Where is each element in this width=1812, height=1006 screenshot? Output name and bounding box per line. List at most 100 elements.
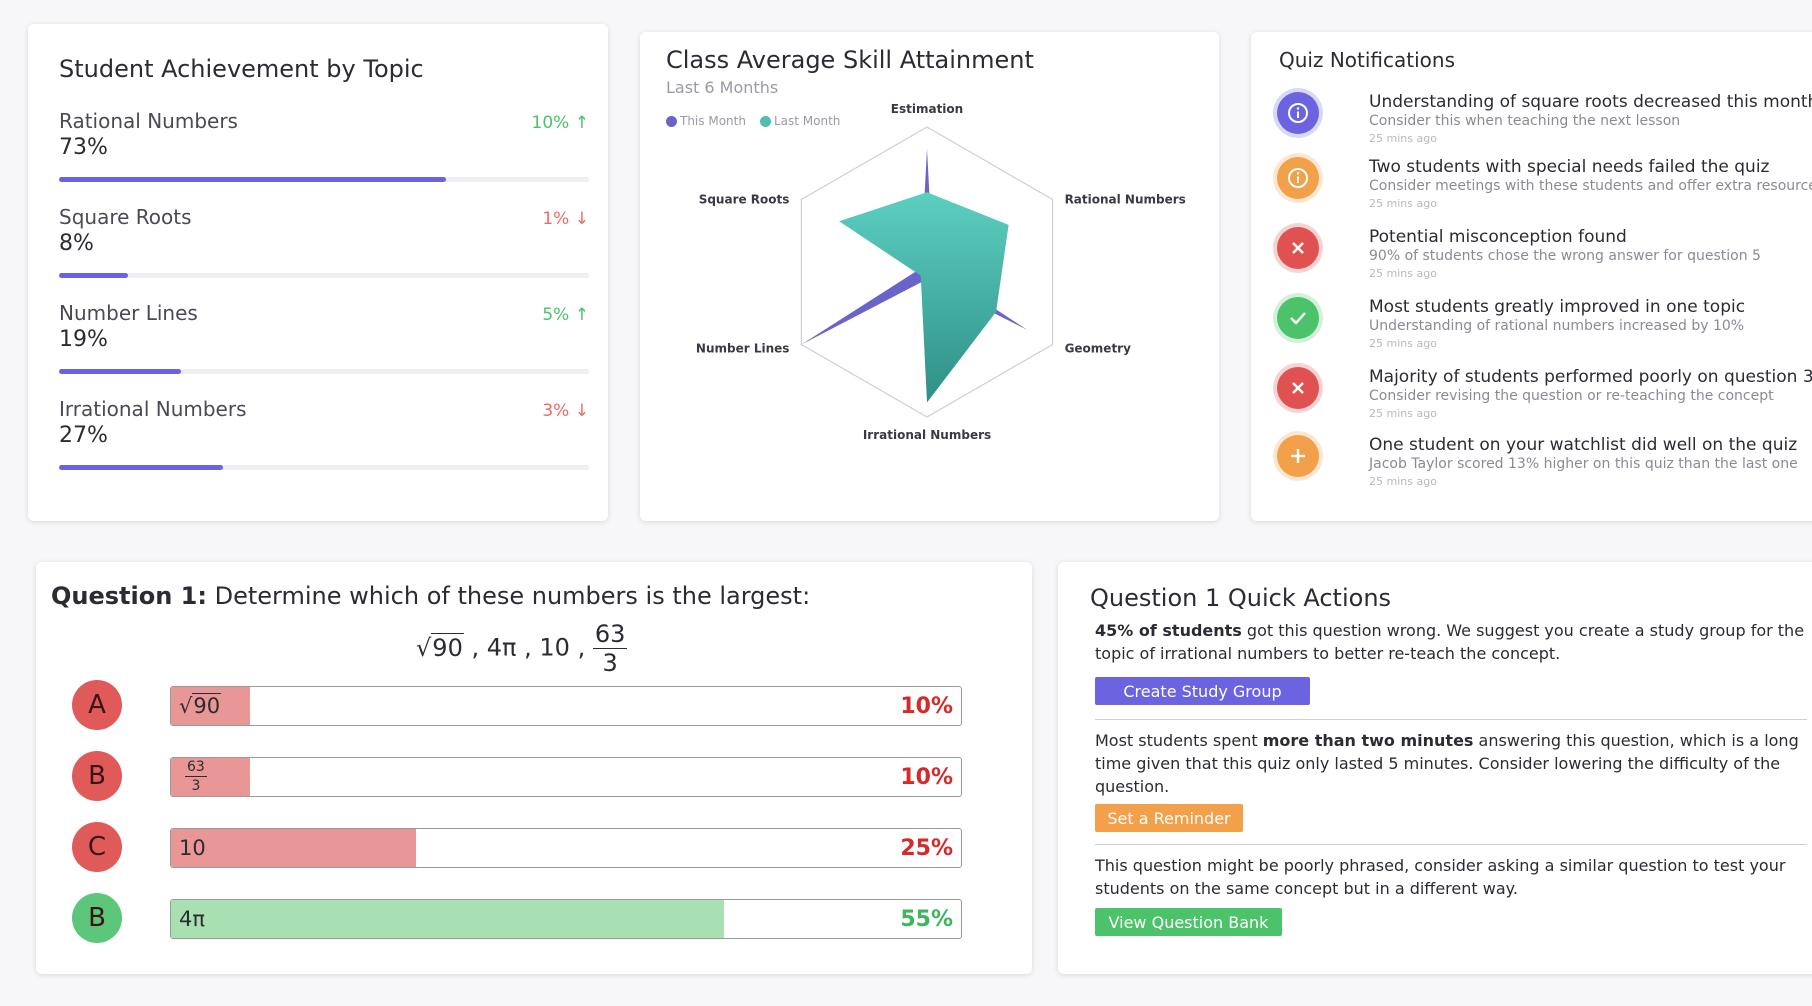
question-label: Question 1: — [51, 582, 207, 610]
notification-item[interactable]: Potential misconception found 90% of stud… — [1277, 227, 1812, 291]
topic-change: 3% ↓ — [542, 401, 589, 421]
info-icon — [1277, 92, 1319, 134]
topic-percent: 19% — [59, 327, 108, 352]
notification-item[interactable]: Understanding of square roots decreased … — [1277, 92, 1812, 156]
radar-series-last-month — [839, 192, 1009, 403]
topic-change: 5% ↑ — [542, 305, 589, 325]
option-result-fill — [171, 758, 250, 796]
topic-progress-track — [59, 465, 589, 470]
notification-time: 25 mins ago — [1369, 197, 1437, 210]
topic-percent: 8% — [59, 231, 94, 256]
notification-description: 90% of students chose the wrong answer f… — [1369, 248, 1761, 264]
option-percent: 10% — [900, 765, 953, 790]
quick-actions-title: Question 1 Quick Actions — [1090, 584, 1392, 612]
topic-change: 1% ↓ — [542, 209, 589, 229]
question-heading: Question 1: Determine which of these num… — [51, 582, 810, 610]
arrow-up-icon: ↑ — [574, 305, 589, 325]
notifications-card: Quiz Notifications Understanding of squa… — [1251, 32, 1812, 521]
fraction-term: 63 3 — [592, 620, 628, 677]
option-letter-badge: C — [72, 822, 122, 872]
arrow-down-icon: ↓ — [574, 401, 589, 421]
pi-term: 4π — [486, 633, 517, 662]
set-reminder-button[interactable]: Set a Reminder — [1095, 804, 1243, 832]
divider — [1095, 719, 1807, 720]
notification-item[interactable]: Most students greatly improved in one to… — [1277, 297, 1812, 361]
notification-item[interactable]: One student on your watchlist did well o… — [1277, 435, 1812, 499]
notification-title: One student on your watchlist did well o… — [1369, 435, 1798, 455]
topic-percent: 27% — [59, 423, 108, 448]
close-icon — [1277, 367, 1319, 409]
option-percent: 25% — [900, 836, 953, 861]
topic-percent: 73% — [59, 135, 108, 160]
notification-item[interactable]: Majority of students performed poorly on… — [1277, 367, 1812, 431]
answer-option-b[interactable]: B 4π 55% — [72, 893, 962, 945]
close-icon — [1277, 227, 1319, 269]
topic-number-lines: Number Lines 19% 5% ↑ — [59, 301, 589, 381]
topic-progress-fill — [59, 369, 181, 374]
option-result-bar: 10 25% — [170, 828, 962, 868]
option-percent: 55% — [900, 907, 953, 932]
time-spent-suggestion: Most students spent more than two minute… — [1095, 731, 1799, 796]
topic-change: 10% ↑ — [531, 113, 589, 133]
sqrt-term: √90 — [416, 632, 464, 662]
notification-time: 25 mins ago — [1369, 475, 1437, 488]
info-icon — [1277, 157, 1319, 199]
notification-title: Understanding of square roots decreased … — [1369, 92, 1812, 112]
notification-description: Jacob Taylor scored 13% higher on this q… — [1369, 456, 1798, 472]
option-letter-badge: A — [72, 680, 122, 730]
plus-icon — [1277, 435, 1319, 477]
topic-progress-track — [59, 177, 589, 182]
topic-name: Number Lines — [59, 301, 198, 325]
topic-progress-fill — [59, 465, 224, 470]
topic-progress-fill — [59, 273, 128, 278]
notification-title: Most students greatly improved in one to… — [1369, 297, 1746, 317]
topic-name: Square Roots — [59, 205, 192, 229]
topic-name: Rational Numbers — [59, 109, 238, 133]
radar-axis-label: Rational Numbers — [1065, 193, 1186, 207]
option-letter-badge: B — [72, 893, 122, 943]
radar-axis-label: Estimation — [891, 102, 963, 116]
option-result-fill — [171, 900, 724, 938]
arrow-down-icon: ↓ — [574, 209, 589, 229]
topic-square-roots: Square Roots 8% 1% ↓ — [59, 205, 589, 285]
notification-title: Majority of students performed poorly on… — [1369, 367, 1812, 387]
notification-time: 25 mins ago — [1369, 132, 1437, 145]
notification-item[interactable]: Two students with special needs failed t… — [1277, 157, 1812, 221]
option-answer: 10 — [179, 836, 206, 860]
notification-description: Understanding of rational numbers increa… — [1369, 318, 1745, 334]
topic-progress-fill — [59, 177, 446, 182]
view-question-bank-button[interactable]: View Question Bank — [1095, 908, 1282, 936]
notifications-title: Quiz Notifications — [1279, 48, 1456, 72]
notification-title: Potential misconception found — [1369, 227, 1627, 247]
phrasing-suggestion: This question might be poorly phrased, c… — [1095, 856, 1786, 898]
option-answer: √90 — [179, 693, 222, 718]
topic-rational-numbers: Rational Numbers 73% 10% ↑ — [59, 109, 589, 189]
topic-progress-track — [59, 369, 589, 374]
answer-option-a[interactable]: A √90 10% — [72, 680, 962, 732]
option-result-bar: 63 3 10% — [170, 757, 962, 797]
question-card: Question 1: Determine which of these num… — [36, 562, 1032, 974]
option-result-bar: √90 10% — [170, 686, 962, 726]
notification-time: 25 mins ago — [1369, 337, 1437, 350]
create-study-group-button[interactable]: Create Study Group — [1095, 677, 1310, 705]
answer-option-b[interactable]: B 63 3 10% — [72, 751, 962, 803]
arrow-up-icon: ↑ — [574, 113, 589, 133]
option-answer: 63 3 — [185, 759, 207, 794]
radar-axis-label: Geometry — [1065, 342, 1132, 356]
achievement-title: Student Achievement by Topic — [59, 55, 424, 83]
notification-time: 25 mins ago — [1369, 407, 1437, 420]
radar-chart: Estimation Rational Numbers Geometry Irrati… — [696, 102, 1186, 442]
notification-title: Two students with special needs failed t… — [1369, 157, 1770, 177]
divider — [1095, 844, 1807, 845]
radar-axis-label: Irrational Numbers — [863, 428, 991, 442]
check-icon — [1277, 297, 1319, 339]
notification-time: 25 mins ago — [1369, 267, 1437, 280]
answer-option-c[interactable]: C 10 25% — [72, 822, 962, 874]
option-result-fill — [171, 829, 416, 867]
study-group-suggestion: 45% of students got this question wrong.… — [1095, 621, 1805, 663]
notification-description: Consider meetings with these students an… — [1369, 178, 1812, 194]
option-answer: 4π — [179, 907, 206, 931]
topic-name: Irrational Numbers — [59, 397, 247, 421]
topic-progress-track — [59, 273, 589, 278]
question-expression: √90 , 4π , 10 , 63 3 — [416, 620, 628, 677]
